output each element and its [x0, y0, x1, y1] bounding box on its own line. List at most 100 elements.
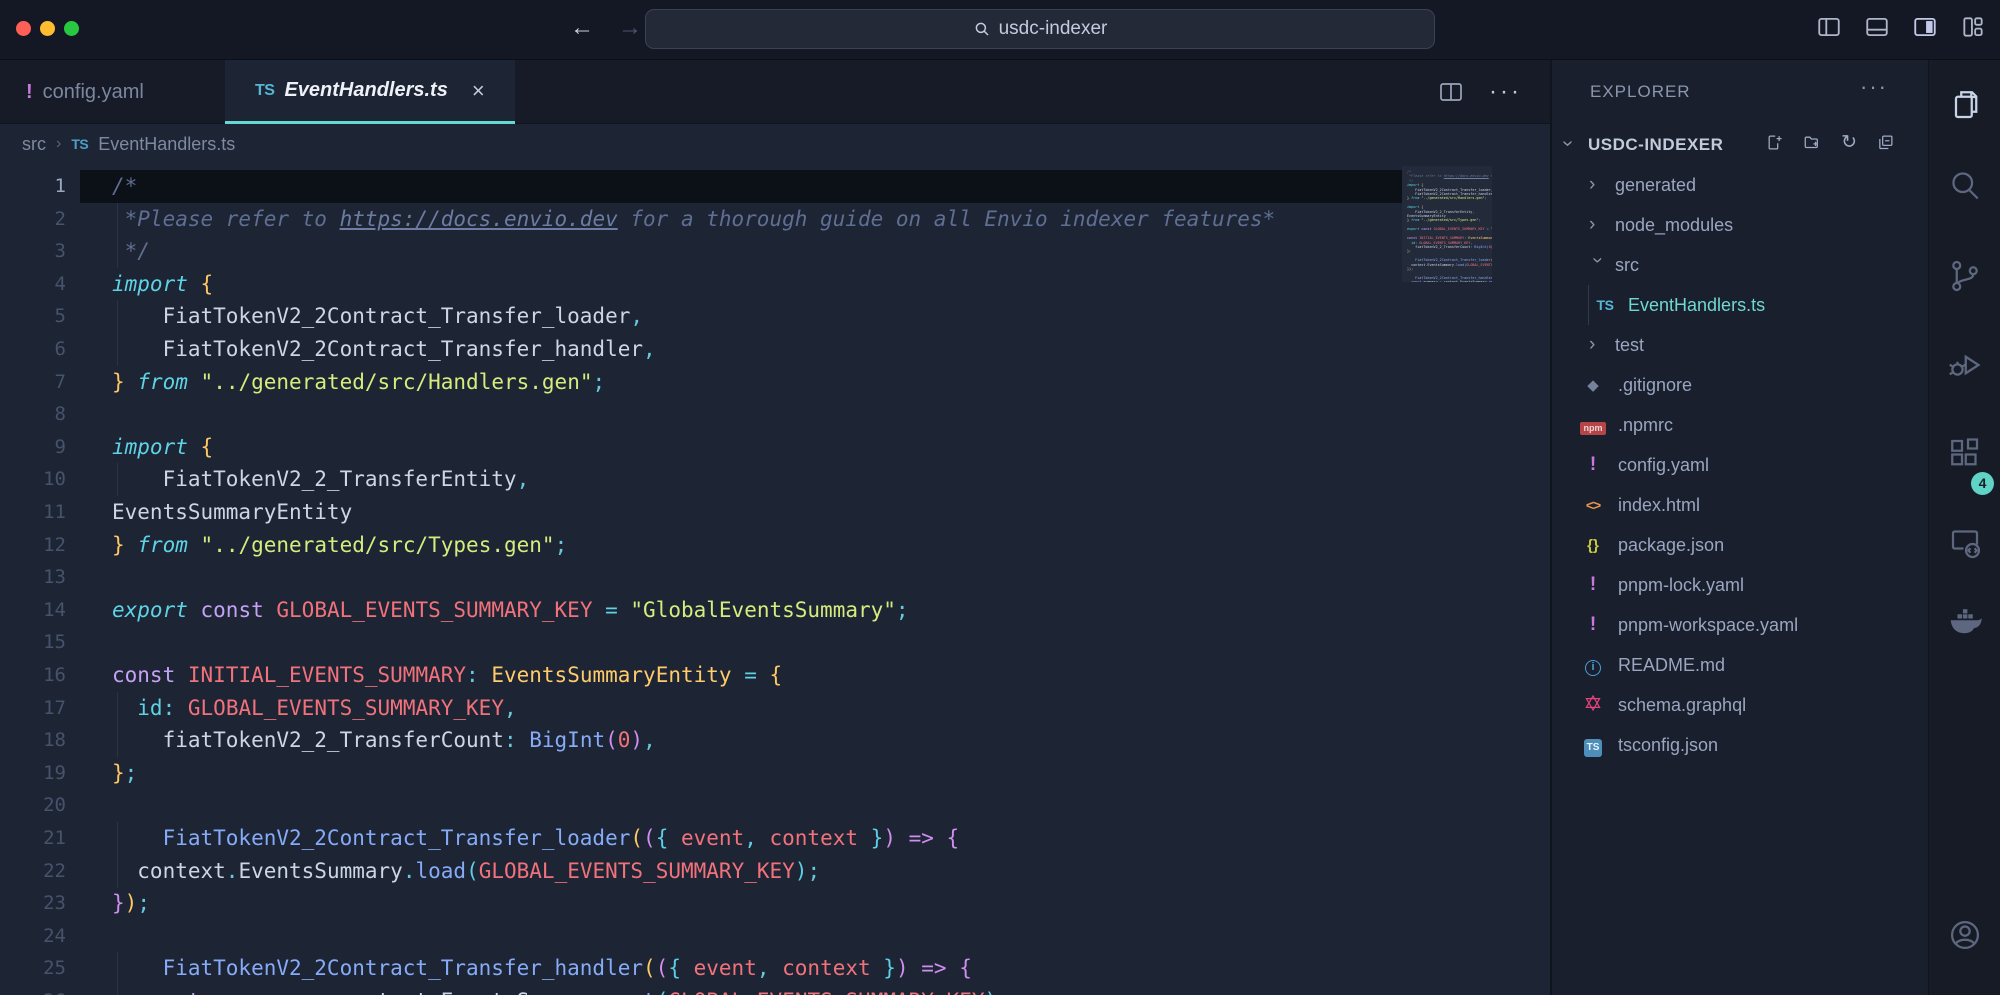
json-icon: {}: [1584, 537, 1602, 554]
tree-item--gitignore[interactable]: ◆.gitignore: [1552, 365, 1928, 405]
code-line[interactable]: 8: [0, 398, 1550, 431]
tree-item-pnpm-lock-yaml[interactable]: !pnpm-lock.yaml: [1552, 565, 1928, 605]
code-line[interactable]: 11EventsSummaryEntity: [0, 496, 1550, 529]
close-tab-icon[interactable]: ×: [472, 78, 485, 104]
new-file-icon[interactable]: [1766, 134, 1783, 151]
minimize-window-button[interactable]: [40, 21, 55, 36]
explorer-activity-icon[interactable]: [1947, 87, 1983, 123]
tree-item-node-modules[interactable]: ›node_modules: [1552, 205, 1928, 245]
tree-item-package-json[interactable]: {}package.json: [1552, 525, 1928, 565]
code-line[interactable]: 22 context.EventsSummary.load(GLOBAL_EVE…: [0, 855, 1550, 888]
code-line[interactable]: 4import {: [0, 268, 1550, 301]
code-text: fiatTokenV2_2_TransferCount: BigInt(0),: [112, 724, 656, 757]
tree-item-label: generated: [1615, 175, 1696, 196]
code-line[interactable]: 21 FiatTokenV2_2Contract_Transfer_loader…: [0, 822, 1550, 855]
new-folder-icon[interactable]: [1803, 134, 1821, 151]
code-line[interactable]: 5 FiatTokenV2_2Contract_Transfer_loader,: [0, 300, 1550, 333]
tree-item-pnpm-workspace-yaml[interactable]: !pnpm-workspace.yaml: [1552, 605, 1928, 645]
breadcrumb-folder[interactable]: src: [22, 134, 46, 155]
code-line[interactable]: 1/*: [0, 170, 1550, 203]
line-number: 13: [0, 561, 66, 594]
remote-explorer-activity-icon[interactable]: [1947, 525, 1983, 561]
close-window-button[interactable]: [16, 21, 31, 36]
tree-item--npmrc[interactable]: npm.npmrc: [1552, 405, 1928, 445]
tab-config-yaml[interactable]: ! config.yaml: [26, 60, 144, 124]
html-icon: <>: [1584, 497, 1602, 513]
typescript-icon: TS: [1596, 297, 1614, 313]
code-line[interactable]: 7} from "../generated/src/Handlers.gen";: [0, 366, 1550, 399]
code-text: };: [112, 757, 137, 790]
explorer-more-actions-icon[interactable]: ···: [1860, 74, 1888, 100]
tree-item-label: .gitignore: [1618, 375, 1692, 396]
code-line[interactable]: 9import {: [0, 431, 1550, 464]
code-line[interactable]: 18 fiatTokenV2_2_TransferCount: BigInt(0…: [0, 724, 1550, 757]
account-activity-icon[interactable]: [1947, 917, 1983, 953]
split-editor-icon[interactable]: [1439, 81, 1463, 103]
code-editor[interactable]: 1/*2 *Please refer to https://docs.envio…: [0, 164, 1550, 995]
collapse-folders-icon[interactable]: [1877, 134, 1894, 151]
tree-item-index-html[interactable]: <>index.html: [1552, 485, 1928, 525]
navigate-forward-button[interactable]: →: [618, 14, 642, 42]
tree-item-tsconfig-json[interactable]: TStsconfig.json: [1552, 725, 1928, 765]
extensions-activity-icon[interactable]: [1947, 435, 1983, 471]
code-line[interactable]: 15: [0, 626, 1550, 659]
toggle-primary-sidebar-icon[interactable]: [1816, 14, 1842, 40]
tree-item-test[interactable]: ›test: [1552, 325, 1928, 365]
tree-item-label: schema.graphql: [1618, 695, 1746, 716]
code-line[interactable]: 20: [0, 789, 1550, 822]
code-line[interactable]: 19};: [0, 757, 1550, 790]
code-line[interactable]: 17 id: GLOBAL_EVENTS_SUMMARY_KEY,: [0, 692, 1550, 725]
minimap-line: const summary = context.EventsSummary.ge…: [1407, 280, 1487, 282]
tree-item-label: README.md: [1618, 655, 1725, 676]
search-activity-icon[interactable]: [1947, 167, 1983, 203]
code-line[interactable]: 24: [0, 920, 1550, 953]
yaml-icon: !: [26, 81, 33, 104]
code-text: } from "../generated/src/Handlers.gen";: [112, 366, 605, 399]
code-line[interactable]: 6 FiatTokenV2_2Contract_Transfer_handler…: [0, 333, 1550, 366]
tree-item-generated[interactable]: ›generated: [1552, 165, 1928, 205]
tree-item-eventhandlers-ts[interactable]: TSEventHandlers.ts: [1552, 285, 1928, 325]
breadcrumb-file[interactable]: EventHandlers.ts: [98, 134, 235, 155]
minimap-line: context.EventsSummary.load(GLOBAL_EVENTS…: [1407, 263, 1487, 267]
code-line[interactable]: 23});: [0, 887, 1550, 920]
source-control-activity-icon[interactable]: [1947, 258, 1983, 294]
editor-more-actions-icon[interactable]: ···: [1489, 78, 1522, 106]
tree-item-src[interactable]: ›src: [1552, 245, 1928, 285]
tree-item-config-yaml[interactable]: !config.yaml: [1552, 445, 1928, 485]
code-line[interactable]: 16const INITIAL_EVENTS_SUMMARY: EventsSu…: [0, 659, 1550, 692]
explorer-title: EXPLORER: [1590, 82, 1691, 102]
command-center-search[interactable]: usdc-indexer: [645, 9, 1435, 49]
code-line[interactable]: 12} from "../generated/src/Types.gen";: [0, 529, 1550, 562]
editor-area: ! config.yaml TS EventHandlers.ts × ··· …: [0, 60, 1550, 995]
code-line[interactable]: 26 const summary = context.EventsSummary…: [0, 985, 1550, 995]
minimap-line: } from "../generated/src/Handlers.gen";: [1407, 196, 1487, 200]
code-text: id: GLOBAL_EVENTS_SUMMARY_KEY,: [112, 692, 517, 725]
toggle-panel-icon[interactable]: [1864, 14, 1890, 40]
code-text: FiatTokenV2_2Contract_Transfer_loader,: [112, 300, 643, 333]
run-debug-activity-icon[interactable]: [1947, 347, 1983, 383]
docker-activity-icon[interactable]: [1947, 602, 1983, 638]
explorer-header: EXPLORER ···: [1552, 60, 1928, 124]
minimap-line: } from "../generated/src/Types.gen";: [1407, 218, 1487, 222]
tab-eventhandlers-ts[interactable]: TS EventHandlers.ts ×: [225, 60, 515, 124]
tree-item-readme-md[interactable]: iREADME.md: [1552, 645, 1928, 685]
project-root-row[interactable]: › USDC-INDEXER ↻: [1552, 128, 1928, 164]
minimap[interactable]: /* *Please refer to https://docs.envio.d…: [1402, 166, 1492, 282]
tree-item-schema-graphql[interactable]: schema.graphql: [1552, 685, 1928, 725]
code-text: FiatTokenV2_2Contract_Transfer_handler((…: [112, 952, 972, 985]
customize-layout-icon[interactable]: [1960, 14, 1986, 40]
line-number: 23: [0, 887, 66, 920]
code-line[interactable]: 10 FiatTokenV2_2_TransferEntity,: [0, 463, 1550, 496]
refresh-explorer-icon[interactable]: ↻: [1841, 133, 1857, 152]
code-line[interactable]: 13: [0, 561, 1550, 594]
breadcrumb: src › TS EventHandlers.ts: [0, 124, 1550, 164]
title-bar: ← → usdc-indexer: [0, 0, 2000, 60]
line-number: 10: [0, 463, 66, 496]
code-line[interactable]: 14export const GLOBAL_EVENTS_SUMMARY_KEY…: [0, 594, 1550, 627]
code-line[interactable]: 2 *Please refer to https://docs.envio.de…: [0, 203, 1550, 236]
zoom-window-button[interactable]: [64, 21, 79, 36]
toggle-secondary-sidebar-icon[interactable]: [1912, 14, 1938, 40]
code-line[interactable]: 25 FiatTokenV2_2Contract_Transfer_handle…: [0, 952, 1550, 985]
navigate-back-button[interactable]: ←: [570, 14, 594, 42]
code-line[interactable]: 3 */: [0, 235, 1550, 268]
